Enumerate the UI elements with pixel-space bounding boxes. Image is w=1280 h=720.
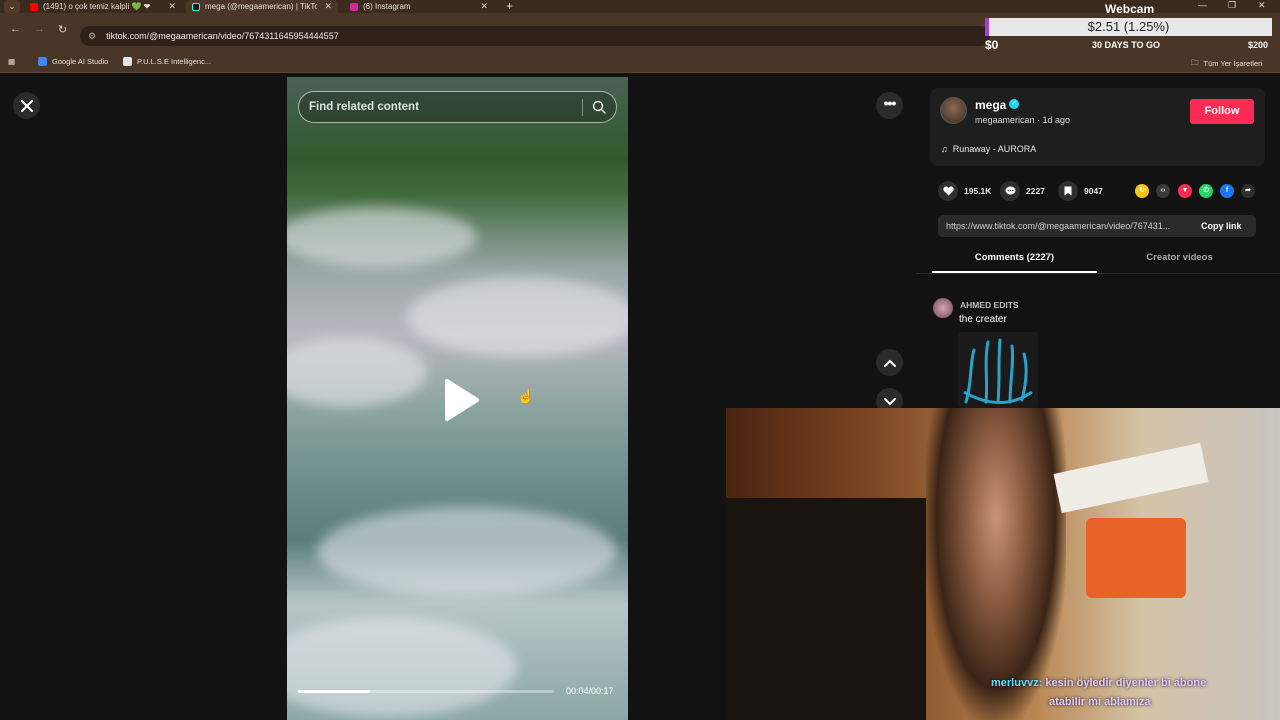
river-foam: [287, 207, 477, 267]
goal-title: Webcam: [1105, 2, 1155, 16]
music-title: Runaway - AURORA: [952, 144, 1037, 154]
bookmark-label: Tüm Yer İşaretleri: [1203, 59, 1263, 68]
close-tab-icon[interactable]: ✕: [168, 1, 176, 12]
author-name[interactable]: mega: [975, 98, 1006, 112]
like-count: 195.1K: [964, 186, 992, 196]
tab-search-button[interactable]: ⌄: [4, 0, 20, 13]
river-foam: [287, 337, 427, 407]
close-tab-icon[interactable]: ✕: [324, 1, 332, 12]
pulse-icon: [123, 57, 132, 66]
webcam-feed: [726, 408, 1280, 720]
bookmark-icon[interactable]: [1058, 181, 1078, 201]
apps-icon[interactable]: ▦: [8, 57, 15, 66]
heart-icon[interactable]: [938, 181, 958, 201]
mouse-cursor-icon: ☝: [517, 388, 535, 404]
video-progress-bar[interactable]: [298, 690, 554, 693]
author-meta: megaamerican · 1d ago: [975, 115, 1071, 125]
chat-message-line2: atabilir mi ablamıza: [1049, 696, 1151, 708]
address-bar[interactable]: ⚙ tiktok.com/@megaamerican/video/7674311…: [80, 26, 990, 46]
donation-goal-widget: Webcam $2.51 (1.25%) $0 30 DAYS TO GO $2…: [985, 0, 1280, 56]
tab-creator-videos[interactable]: Creator videos: [1097, 252, 1262, 263]
site-info-icon[interactable]: ⚙: [88, 31, 96, 42]
chat-username: merluvvz:: [991, 677, 1043, 689]
tab-title: (6) Instagram: [363, 2, 411, 11]
bookmark-label: Google AI Studio: [52, 57, 109, 66]
search-placeholder: Find related content: [309, 101, 419, 113]
video-link-box: https://www.tiktok.com/@megaamerican/vid…: [938, 215, 1256, 237]
close-tab-icon[interactable]: ✕: [480, 1, 488, 12]
river-foam: [407, 277, 628, 357]
instagram-icon: [350, 2, 358, 11]
video-progress-fill: [298, 690, 370, 693]
previous-video-button[interactable]: [876, 349, 903, 376]
video-link-text[interactable]: https://www.tiktok.com/@megaamerican/vid…: [946, 221, 1170, 231]
reload-icon[interactable]: ↻: [58, 23, 67, 36]
like-stat[interactable]: 195.1K: [938, 181, 991, 201]
close-video-button[interactable]: [13, 92, 40, 119]
tab-title: mega (@megaamerican) | TikTok: [205, 2, 317, 11]
embed-icon[interactable]: ‹›: [1156, 184, 1170, 198]
music-link[interactable]: ♫ Runaway - AURORA: [941, 144, 1036, 154]
share-arrow-icon[interactable]: ➦: [1241, 184, 1255, 198]
verified-badge-icon: ✓: [1009, 99, 1019, 109]
all-bookmarks[interactable]: 🗀 Tüm Yer İşaretleri: [1191, 57, 1262, 70]
youtube-icon: [30, 2, 38, 11]
tab-title: (1491) o çok temiz kalpli 💚 ❤: [43, 2, 151, 11]
orange-box: [1086, 518, 1186, 598]
chevron-down-icon: [883, 397, 896, 405]
chat-message-line1: merluvvz: kesin öyledir diyenler bi abon…: [991, 677, 1206, 689]
goal-days-left: 30 DAYS TO GO: [1092, 40, 1161, 50]
goal-target: $200: [1248, 40, 1269, 50]
paper-sheet: [1053, 442, 1209, 514]
comment-sticker-image: [958, 332, 1038, 408]
folder-icon: 🗀: [1191, 58, 1199, 67]
follow-button[interactable]: Follow: [1190, 99, 1254, 124]
tab-instagram[interactable]: (6) Instagram ✕: [344, 0, 494, 13]
repost-icon[interactable]: ↻: [1135, 184, 1149, 198]
related-search-box[interactable]: Find related content: [298, 91, 617, 123]
comment-icon[interactable]: [1000, 181, 1020, 201]
tab-youtube[interactable]: (1491) o çok temiz kalpli 💚 ❤ ✕: [24, 0, 182, 13]
search-icon[interactable]: [592, 100, 606, 114]
forward-icon[interactable]: →: [34, 23, 45, 35]
chat-text: kesin öyledir diyenler bi abone: [1045, 677, 1207, 689]
river-foam: [287, 617, 517, 717]
author-avatar[interactable]: [940, 97, 967, 124]
comment-username[interactable]: AHMED EDITS: [960, 300, 1019, 310]
save-count: 9047: [1084, 186, 1103, 196]
new-tab-button[interactable]: +: [506, 0, 513, 13]
search-divider: [582, 99, 583, 116]
copy-link-button[interactable]: Copy link: [1201, 221, 1242, 231]
back-icon[interactable]: ←: [10, 23, 21, 35]
bookmark-pulse[interactable]: P.U.L.S.E Intelligenc...: [123, 57, 211, 66]
more-options-button[interactable]: •••: [876, 92, 903, 119]
chevron-up-icon: [883, 359, 896, 367]
tab-tiktok[interactable]: mega (@megaamerican) | TikTok ✕: [186, 0, 338, 13]
music-note-icon: ♫: [941, 144, 948, 154]
play-icon[interactable]: [444, 378, 480, 422]
comment-text: the creater: [959, 314, 1007, 325]
save-stat[interactable]: 9047: [1058, 181, 1103, 201]
person-silhouette: [926, 408, 1066, 720]
url-text: tiktok.com/@megaamerican/video/767431164…: [106, 31, 339, 41]
tab-divider: [916, 273, 1280, 274]
tiktok-icon: [192, 2, 200, 11]
comment-count: 2227: [1026, 186, 1045, 196]
comment-avatar[interactable]: [933, 298, 953, 318]
send-icon[interactable]: ▼: [1178, 184, 1192, 198]
whatsapp-icon[interactable]: ✆: [1199, 184, 1213, 198]
bookmark-label: P.U.L.S.E Intelligenc...: [137, 57, 212, 66]
comment-stat[interactable]: 2227: [1000, 181, 1045, 201]
river-foam: [317, 507, 617, 597]
chair-silhouette: [726, 498, 926, 720]
video-time: 00:04/00:17: [566, 686, 614, 696]
bookmark-google-ai-studio[interactable]: Google AI Studio: [38, 57, 108, 66]
goal-amount: $2.51 (1.25%): [1087, 19, 1170, 34]
close-icon: [20, 99, 33, 112]
facebook-icon[interactable]: f: [1220, 184, 1234, 198]
goal-start: $0: [985, 38, 999, 52]
tab-comments[interactable]: Comments (2227): [932, 252, 1097, 263]
google-ai-studio-icon: [38, 57, 47, 66]
